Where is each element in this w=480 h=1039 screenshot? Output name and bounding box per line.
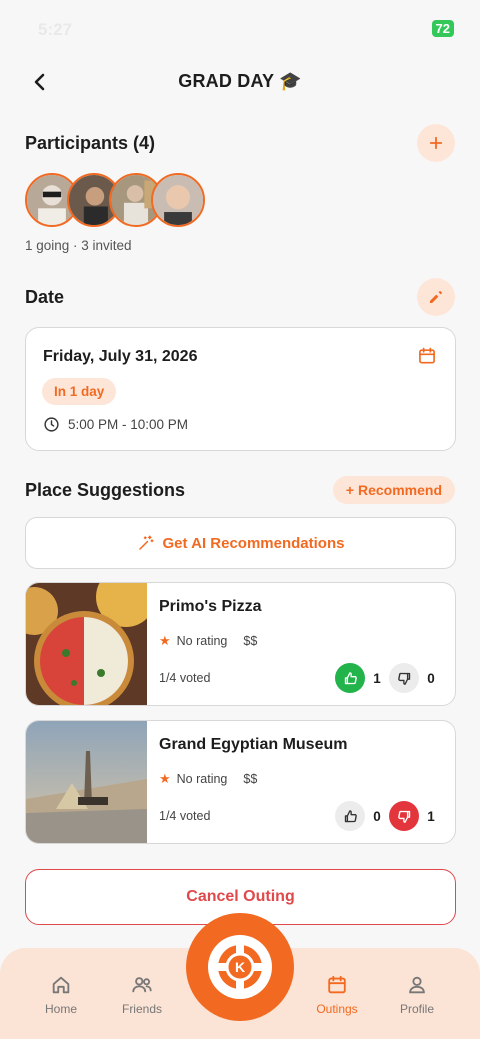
days-until-badge: In 1 day (42, 378, 117, 405)
time-range-text: 5:00 PM - 10:00 PM (68, 417, 189, 432)
nav-profile[interactable]: Profile (382, 974, 452, 1016)
nav-outings[interactable]: Outings (302, 974, 372, 1016)
calendar-icon (419, 347, 435, 364)
place-price: $$ (243, 772, 258, 786)
upvote-button[interactable] (335, 801, 365, 831)
upvote-count: 1 (373, 670, 381, 686)
vote-controls: 1 0 (335, 663, 443, 693)
status-bar: 5:27 72 (0, 0, 480, 56)
thumbs-up-icon (344, 809, 357, 822)
vote-controls: 0 1 (335, 801, 443, 831)
place-rating: No rating (176, 772, 228, 786)
participants-summary: 1 going · 3 invited (25, 238, 132, 253)
place-card[interactable]: Primo's Pizza ★ No rating $$ 1/4 voted 1… (25, 582, 456, 706)
nav-home-label: Home (44, 1002, 77, 1016)
place-rating: No rating (176, 634, 228, 648)
avatar[interactable] (151, 173, 205, 227)
downvote-count: 0 (427, 670, 435, 686)
time-range: 5:00 PM - 10:00 PM (43, 416, 188, 433)
add-participant-button[interactable] (417, 124, 455, 162)
calendar-icon (328, 975, 346, 994)
vote-status: 1/4 voted (159, 671, 211, 685)
downvote-button[interactable] (389, 801, 419, 831)
friends-icon (132, 977, 152, 993)
nav-profile-label: Profile (399, 1002, 434, 1016)
place-meta: ★ No rating $$ (159, 771, 257, 787)
place-card[interactable]: Grand Egyptian Museum ★ No rating $$ 1/4… (25, 720, 456, 844)
place-price: $$ (243, 634, 258, 648)
profile-icon (409, 976, 425, 994)
place-image (26, 583, 147, 705)
plus-icon (429, 136, 443, 150)
date-title: Date (25, 287, 65, 307)
place-image (26, 721, 147, 843)
star-icon: ★ (159, 633, 171, 648)
thumbs-down-icon (397, 810, 410, 823)
nav-friends[interactable]: Friends (107, 974, 177, 1016)
place-meta: ★ No rating $$ (159, 633, 257, 649)
pencil-icon (430, 291, 442, 303)
nav-friends-label: Friends (121, 1002, 162, 1016)
upvote-count: 0 (373, 808, 381, 824)
status-time: 5:27 (38, 20, 73, 39)
place-suggestions-title: Place Suggestions (25, 480, 186, 500)
recommend-button[interactable]: + Recommend (332, 476, 455, 504)
edit-date-button[interactable] (417, 278, 455, 316)
app-logo-icon: K (208, 935, 272, 999)
star-icon: ★ (159, 771, 171, 786)
header: GRAD DAY 🎓 (0, 62, 480, 102)
participants-title: Participants (4) (25, 133, 156, 153)
thumbs-up-icon (344, 671, 357, 684)
downvote-count: 1 (427, 808, 435, 824)
downvote-button[interactable] (389, 663, 419, 693)
vote-status: 1/4 voted (159, 809, 211, 823)
place-name: Primo's Pizza (159, 598, 262, 615)
date-text: Friday, July 31, 2026 (43, 348, 198, 365)
page-title: GRAD DAY 🎓 (178, 71, 302, 91)
center-action-button[interactable]: K (186, 913, 294, 1021)
date-card[interactable]: Friday, July 31, 2026 In 1 day 5:00 PM -… (25, 327, 456, 451)
ai-recommendations-button[interactable]: Get AI Recommendations (25, 517, 456, 569)
nav-outings-label: Outings (316, 1002, 358, 1016)
upvote-button[interactable] (335, 663, 365, 693)
home-icon (52, 976, 70, 994)
place-name: Grand Egyptian Museum (159, 736, 348, 753)
clock-icon (44, 417, 59, 432)
nav-home[interactable]: Home (26, 974, 96, 1016)
svg-text:K: K (235, 959, 245, 975)
battery-indicator: 72 (431, 20, 454, 37)
thumbs-down-icon (397, 672, 410, 685)
ai-recommendations-label: Get AI Recommendations (162, 534, 345, 552)
magic-wand-icon (138, 535, 153, 550)
